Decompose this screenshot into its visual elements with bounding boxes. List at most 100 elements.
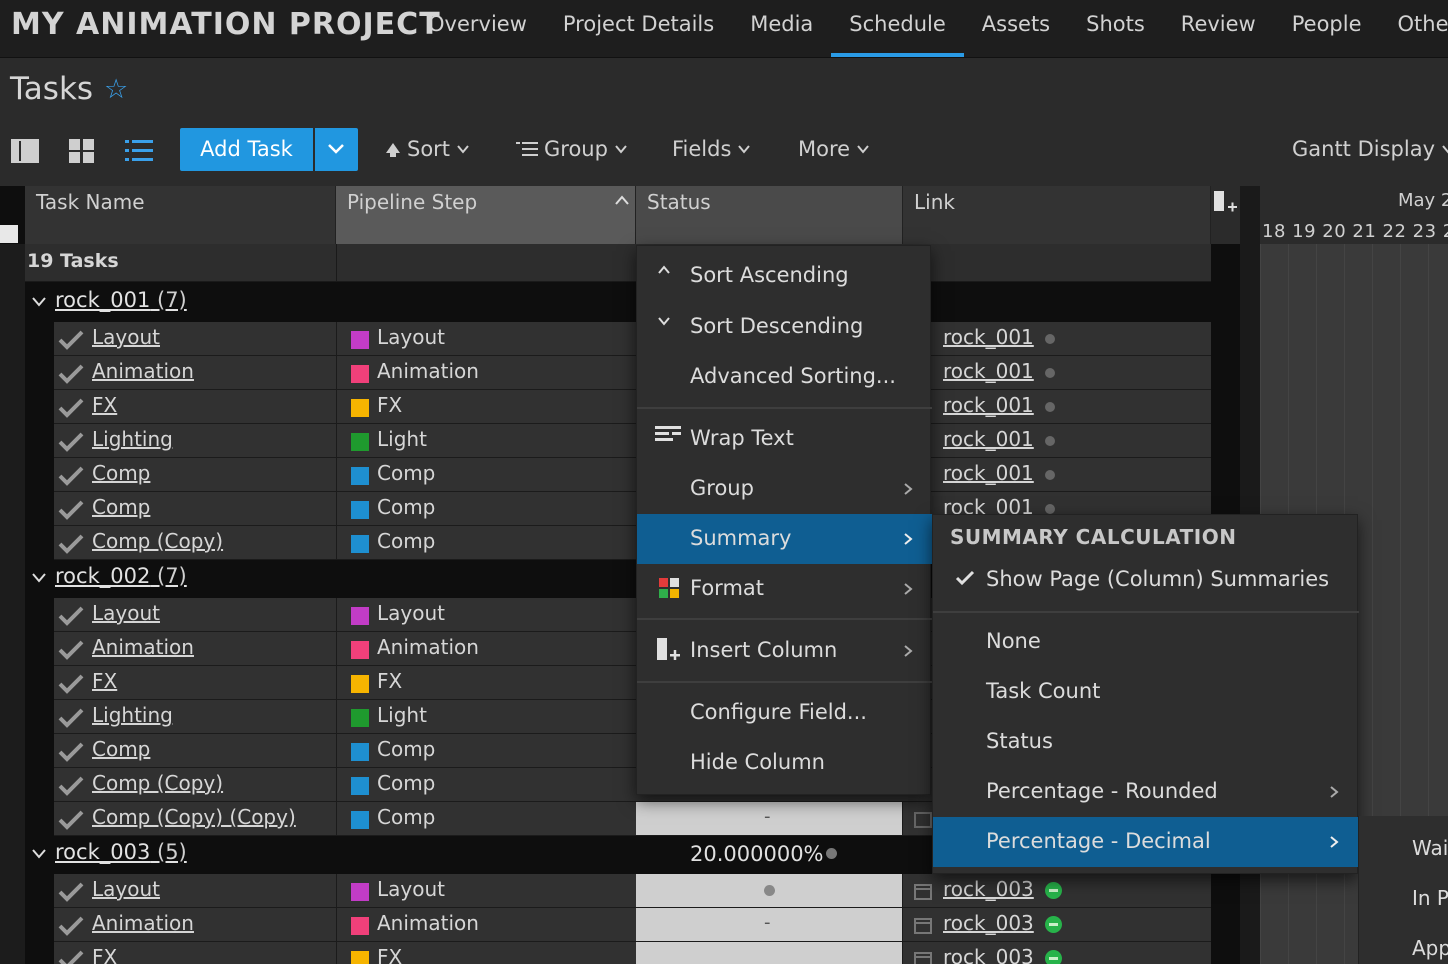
tab-media[interactable]: Media bbox=[732, 0, 831, 58]
chevron-down-icon[interactable] bbox=[31, 572, 47, 584]
group-name[interactable]: rock_001 bbox=[55, 288, 150, 312]
task-name-link[interactable]: Lighting bbox=[92, 703, 173, 727]
group-name[interactable]: rock_003 bbox=[55, 840, 150, 864]
task-name-link[interactable]: Animation bbox=[92, 635, 194, 659]
task-name-link[interactable]: Comp (Copy) (Copy) bbox=[92, 805, 296, 829]
sort-button[interactable]: Sort bbox=[385, 137, 470, 161]
menu-status-in-progress[interactable]: In P bbox=[1412, 886, 1448, 910]
menu-insert-column[interactable]: Insert Column bbox=[637, 626, 932, 676]
gantt-display-button[interactable]: Gantt Display bbox=[1292, 137, 1448, 161]
tab-other[interactable]: Other bbox=[1380, 0, 1448, 58]
menu-sort-descending[interactable]: Sort Descending bbox=[637, 302, 932, 352]
table-row[interactable]: Lighting Light rock_001 bbox=[54, 424, 1211, 458]
menu-configure-field[interactable]: Configure Field... bbox=[637, 688, 932, 738]
list-view-icon[interactable] bbox=[124, 137, 154, 165]
task-name-link[interactable]: Comp bbox=[92, 737, 150, 761]
status-cell[interactable]: - bbox=[636, 908, 902, 941]
task-name-link[interactable]: Comp (Copy) bbox=[92, 771, 223, 795]
group-icon bbox=[516, 142, 538, 156]
task-name-link[interactable]: Layout bbox=[92, 325, 160, 349]
tab-people[interactable]: People bbox=[1274, 0, 1380, 58]
task-name-link[interactable]: Animation bbox=[92, 911, 194, 935]
favorite-star-icon[interactable]: ☆ bbox=[104, 74, 128, 105]
table-row[interactable]: Animation Animation - rock_003 bbox=[54, 908, 1211, 942]
menu-summary[interactable]: Summary bbox=[637, 514, 932, 564]
status-cell[interactable] bbox=[636, 874, 902, 907]
add-task-dropdown[interactable] bbox=[315, 128, 358, 171]
task-name-link[interactable]: FX bbox=[92, 393, 117, 417]
link-entity[interactable]: rock_001 bbox=[943, 461, 1034, 485]
tab-review[interactable]: Review bbox=[1163, 0, 1274, 58]
project-title[interactable]: MY ANIMATION PROJECT bbox=[11, 7, 441, 42]
link-entity[interactable]: rock_001 bbox=[943, 359, 1034, 383]
menu-show-page-summaries[interactable]: Show Page (Column) Summaries bbox=[933, 555, 1359, 605]
tab-shots[interactable]: Shots bbox=[1068, 0, 1163, 58]
status-cell[interactable] bbox=[636, 942, 902, 964]
tab-project-details[interactable]: Project Details bbox=[545, 0, 732, 58]
menu-wrap-text[interactable]: Wrap Text bbox=[637, 414, 932, 464]
menu-summary-percentage-rounded[interactable]: Percentage - Rounded bbox=[933, 767, 1359, 817]
menu-summary-status[interactable]: Status bbox=[933, 717, 1359, 767]
menu-status-approved[interactable]: App bbox=[1412, 936, 1448, 960]
menu-format[interactable]: Format bbox=[637, 564, 932, 614]
menu-status-waiting[interactable]: Wai bbox=[1412, 836, 1448, 860]
menu-label: Task Count bbox=[986, 679, 1101, 703]
task-name-link[interactable]: FX bbox=[92, 945, 117, 964]
tab-assets[interactable]: Assets bbox=[964, 0, 1068, 58]
chevron-down-icon[interactable] bbox=[31, 848, 47, 860]
table-row[interactable]: Layout Layout rock_001 bbox=[54, 322, 1211, 356]
tab-schedule[interactable]: Schedule bbox=[831, 0, 964, 58]
menu-advanced-sorting[interactable]: Advanced Sorting... bbox=[637, 352, 932, 402]
task-name-link[interactable]: Layout bbox=[92, 601, 160, 625]
header-pipeline-step[interactable]: Pipeline Step bbox=[336, 186, 636, 244]
link-entity[interactable]: rock_001 bbox=[943, 427, 1034, 451]
chevron-down-icon bbox=[658, 317, 670, 326]
group-button[interactable]: Group bbox=[516, 137, 628, 161]
link-entity[interactable]: rock_003 bbox=[943, 945, 1034, 964]
tab-overview[interactable]: Overview bbox=[410, 0, 545, 58]
menu-hide-column[interactable]: Hide Column bbox=[637, 738, 932, 788]
pipeline-step: Comp bbox=[377, 529, 436, 553]
chevron-down-icon[interactable] bbox=[31, 296, 47, 308]
header-link[interactable]: Link bbox=[903, 186, 1211, 244]
link-entity[interactable]: rock_001 bbox=[943, 325, 1034, 349]
menu-group[interactable]: Group bbox=[637, 464, 932, 514]
table-row[interactable]: FX FX rock_001 bbox=[54, 390, 1211, 424]
table-row[interactable]: Animation Animation rock_001 bbox=[54, 356, 1211, 390]
detail-view-icon[interactable] bbox=[10, 137, 40, 165]
check-icon bbox=[58, 882, 84, 902]
task-name-link[interactable]: FX bbox=[92, 669, 117, 693]
header-task-name[interactable]: Task Name bbox=[25, 186, 336, 244]
group-count: (7) bbox=[157, 564, 187, 588]
link-entity[interactable]: rock_003 bbox=[943, 911, 1034, 935]
status-dot bbox=[1045, 402, 1055, 412]
task-name-link[interactable]: Layout bbox=[92, 877, 160, 901]
group-row-rock-001[interactable]: rock_001 (7) bbox=[25, 284, 1211, 320]
link-entity[interactable]: rock_001 bbox=[943, 393, 1034, 417]
menu-summary-none[interactable]: None bbox=[933, 617, 1359, 667]
group-name[interactable]: rock_002 bbox=[55, 564, 150, 588]
add-column-icon bbox=[1214, 191, 1237, 212]
menu-sort-ascending[interactable]: Sort Ascending bbox=[637, 251, 932, 301]
table-row[interactable]: FX FX rock_003 bbox=[54, 942, 1211, 964]
fields-button[interactable]: Fields bbox=[672, 137, 751, 161]
header-status[interactable]: Status bbox=[636, 186, 903, 244]
status-cell[interactable]: - bbox=[636, 802, 902, 835]
select-all-checkbox[interactable] bbox=[0, 225, 18, 243]
task-name-link[interactable]: Lighting bbox=[92, 427, 173, 451]
thumbnail-view-icon[interactable] bbox=[67, 137, 97, 165]
table-row[interactable]: Comp Comp rock_001 bbox=[54, 458, 1211, 492]
task-name-link[interactable]: Comp (Copy) bbox=[92, 529, 223, 553]
task-name-link[interactable]: Comp bbox=[92, 461, 150, 485]
table-row[interactable]: Layout Layout rock_003 bbox=[54, 874, 1211, 908]
task-name-link[interactable]: Comp bbox=[92, 495, 150, 519]
add-task-button[interactable]: Add Task bbox=[180, 128, 313, 171]
check-icon bbox=[58, 330, 84, 350]
more-button[interactable]: More bbox=[798, 137, 870, 161]
add-column-button[interactable] bbox=[1211, 186, 1240, 244]
task-name-link[interactable]: Animation bbox=[92, 359, 194, 383]
link-entity[interactable]: rock_003 bbox=[943, 877, 1034, 901]
shot-icon bbox=[914, 952, 932, 964]
menu-summary-task-count[interactable]: Task Count bbox=[933, 667, 1359, 717]
menu-summary-percentage-decimal[interactable]: Percentage - Decimal bbox=[933, 817, 1359, 867]
